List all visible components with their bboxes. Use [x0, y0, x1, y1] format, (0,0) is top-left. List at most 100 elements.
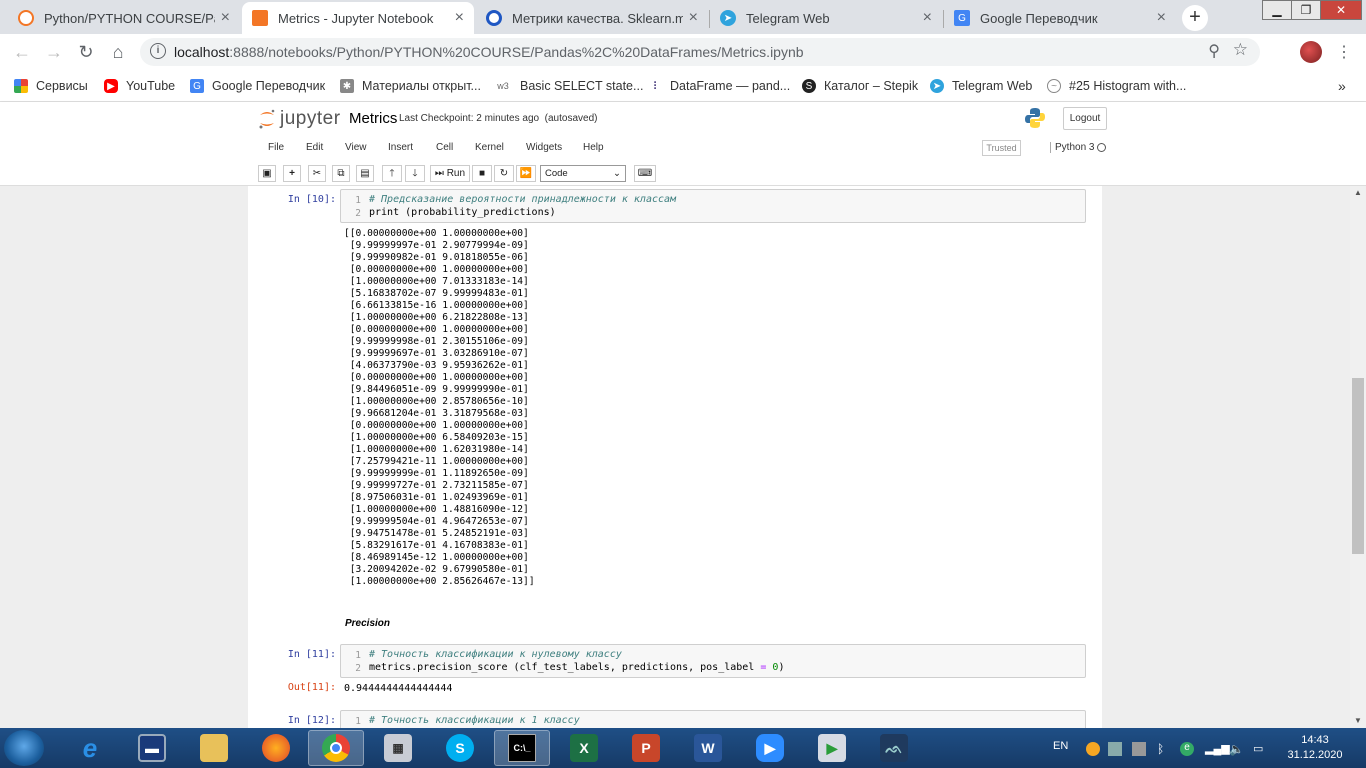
bookmarks-overflow-button[interactable]: » [1338, 77, 1346, 95]
tab-google-translate[interactable]: G Google Переводчик × [944, 2, 1176, 34]
taskbar-clock[interactable]: 14:43 31.12.2020 [1280, 733, 1350, 763]
taskbar-explorer[interactable] [186, 730, 242, 766]
menu-kernel[interactable]: Kernel [475, 142, 504, 153]
tray-e-icon[interactable]: e [1180, 742, 1194, 756]
scrollbar-thumb[interactable] [1352, 378, 1364, 554]
move-down-icon[interactable]: 🡓 [405, 165, 425, 182]
tab-metrics-notebook[interactable]: Metrics - Jupyter Notebook × [242, 2, 474, 34]
code-cell-input[interactable]: 1 # Предсказание вероятности принадлежно… [340, 189, 1086, 223]
insert-cell-icon[interactable]: + [283, 165, 301, 182]
more-menu-icon[interactable]: ⋮ [1336, 42, 1352, 62]
tray-monitor-icon[interactable] [1108, 742, 1122, 756]
volume-icon[interactable]: 🔈 [1229, 742, 1244, 756]
taskbar-media[interactable]: ▶ [804, 730, 860, 766]
minimize-button[interactable]: ▁ [1262, 0, 1292, 20]
bookmark-dataframe[interactable]: ⫶ DataFrame — pand... [648, 77, 790, 95]
interrupt-icon[interactable]: ■ [472, 165, 492, 182]
taskbar-cmd[interactable]: C:\_ [494, 730, 550, 766]
maximize-button[interactable]: ❐ [1291, 0, 1321, 20]
tab-sklearn-metrics[interactable]: Метрики качества. Sklearn.met × [476, 2, 708, 34]
cell-input-prompt: In [12]: [287, 715, 336, 726]
taskbar-save-app[interactable]: ▬ [124, 730, 180, 766]
tray-device-icon[interactable] [1132, 742, 1146, 756]
bookmark-stepik[interactable]: S Каталог – Stepik [802, 77, 918, 95]
notebook-name[interactable]: Metrics [349, 110, 397, 127]
avatar[interactable] [1300, 41, 1322, 63]
paste-icon[interactable]: ▤ [356, 165, 374, 182]
save-icon[interactable]: ▣ [258, 165, 276, 182]
cell-type-select[interactable]: Code ⌄ [540, 165, 626, 182]
taskbar-excel[interactable]: X [556, 730, 612, 766]
bookmark-google-translate[interactable]: G Google Переводчик [190, 77, 325, 95]
close-icon[interactable]: × [221, 9, 230, 27]
forward-arrow-icon[interactable]: → [42, 40, 66, 64]
taskbar-word[interactable]: W [680, 730, 736, 766]
bookmark-w3schools[interactable]: w3 Basic SELECT state... [494, 77, 643, 95]
autosave-text: (autosaved) [544, 113, 598, 124]
keyboard-icon[interactable]: ⌨ [634, 165, 656, 182]
back-arrow-icon[interactable]: ← [10, 40, 34, 64]
battery-icon[interactable]: ▭ [1253, 742, 1267, 756]
copy-icon[interactable]: ⧉ [332, 165, 350, 182]
close-icon[interactable]: × [923, 9, 932, 27]
reload-icon[interactable]: ↻ [74, 40, 98, 64]
tray-app-icon[interactable] [1086, 742, 1100, 756]
menu-file[interactable]: File [268, 142, 284, 153]
trusted-badge[interactable]: Trusted [982, 140, 1021, 156]
run-button[interactable]: ⏭ Run [430, 165, 470, 182]
info-icon[interactable]: i [150, 43, 166, 59]
menu-widgets[interactable]: Widgets [526, 142, 562, 153]
taskbar-calculator[interactable]: ▦ [370, 730, 426, 766]
url-text[interactable]: localhost:8888/notebooks/Python/PYTHON%2… [174, 44, 804, 60]
close-icon[interactable]: × [1157, 9, 1166, 27]
code-cell-input[interactable]: 1 # Точность классификации к 1 классу [340, 710, 1086, 728]
network-signal-icon[interactable]: ▂▄▆ [1205, 742, 1230, 756]
code-cell-input[interactable]: 1 # Точность классификации к нулевому кл… [340, 644, 1086, 678]
bookmark-youtube[interactable]: ▶ YouTube [104, 77, 175, 95]
taskbar-firefox[interactable] [248, 730, 304, 766]
home-icon[interactable]: ⌂ [106, 40, 130, 64]
window-close-button[interactable]: ✕ [1320, 0, 1362, 20]
menu-edit[interactable]: Edit [306, 142, 323, 153]
taskbar-internet-explorer[interactable]: e [62, 730, 118, 766]
menu-help[interactable]: Help [583, 142, 604, 153]
taskbar-chrome[interactable] [308, 730, 364, 766]
scroll-up-icon[interactable]: ▲ [1350, 186, 1366, 200]
zoom-icon[interactable]: ⚲ [1208, 41, 1220, 61]
line-number: 2 [355, 663, 361, 674]
language-indicator[interactable]: EN [1053, 740, 1068, 752]
tab-title: Metrics - Jupyter Notebook [278, 10, 434, 26]
bookmark-histogram[interactable]: ~ #25 Histogram with... [1047, 77, 1186, 95]
tab-python-course[interactable]: Python/PYTHON COURSE/Pand × [8, 2, 240, 34]
cut-icon[interactable]: ✂ [308, 165, 326, 182]
bluetooth-icon[interactable]: ᛒ [1157, 742, 1171, 756]
tab-telegram-web[interactable]: ➤ Telegram Web × [710, 2, 942, 34]
taskbar-workbench[interactable]: ᨒ [866, 730, 922, 766]
menu-view[interactable]: View [345, 142, 367, 153]
scroll-down-icon[interactable]: ▼ [1350, 714, 1366, 728]
start-button[interactable] [4, 730, 44, 766]
new-tab-button[interactable]: + [1182, 5, 1208, 31]
menu-insert[interactable]: Insert [388, 142, 413, 153]
close-icon[interactable]: × [455, 9, 464, 27]
jupyter-logo[interactable]: jupyter [258, 108, 341, 130]
output-row: [1.00000000e+00 1.62031980e-14] [344, 444, 529, 455]
taskbar-skype[interactable]: S [432, 730, 488, 766]
page-scrollbar[interactable]: ▲ ▼ [1350, 186, 1366, 728]
cell-output-prompt: Out[11]: [287, 682, 336, 693]
restart-run-all-icon[interactable]: ⏩ [516, 165, 536, 182]
bookmark-materials[interactable]: ✱ Материалы открыт... [340, 77, 481, 95]
restart-icon[interactable]: ↻ [494, 165, 514, 182]
taskbar-powerpoint[interactable]: P [618, 730, 674, 766]
bookmark-label: Сервисы [36, 79, 88, 93]
logout-button[interactable]: Logout [1063, 107, 1107, 130]
move-up-icon[interactable]: 🡑 [382, 165, 402, 182]
bookmark-telegram[interactable]: ➤ Telegram Web [930, 77, 1032, 95]
address-bar[interactable]: i localhost:8888/notebooks/Python/PYTHON… [140, 38, 1260, 66]
bookmark-star-icon[interactable]: ☆ [1233, 40, 1248, 60]
notebook-area: In [10]: 1 # Предсказание вероятности пр… [0, 186, 1350, 728]
close-icon[interactable]: × [689, 9, 698, 27]
taskbar-zoom[interactable]: ▶ [742, 730, 798, 766]
menu-cell[interactable]: Cell [436, 142, 453, 153]
bookmark-services[interactable]: Сервисы [14, 77, 88, 95]
